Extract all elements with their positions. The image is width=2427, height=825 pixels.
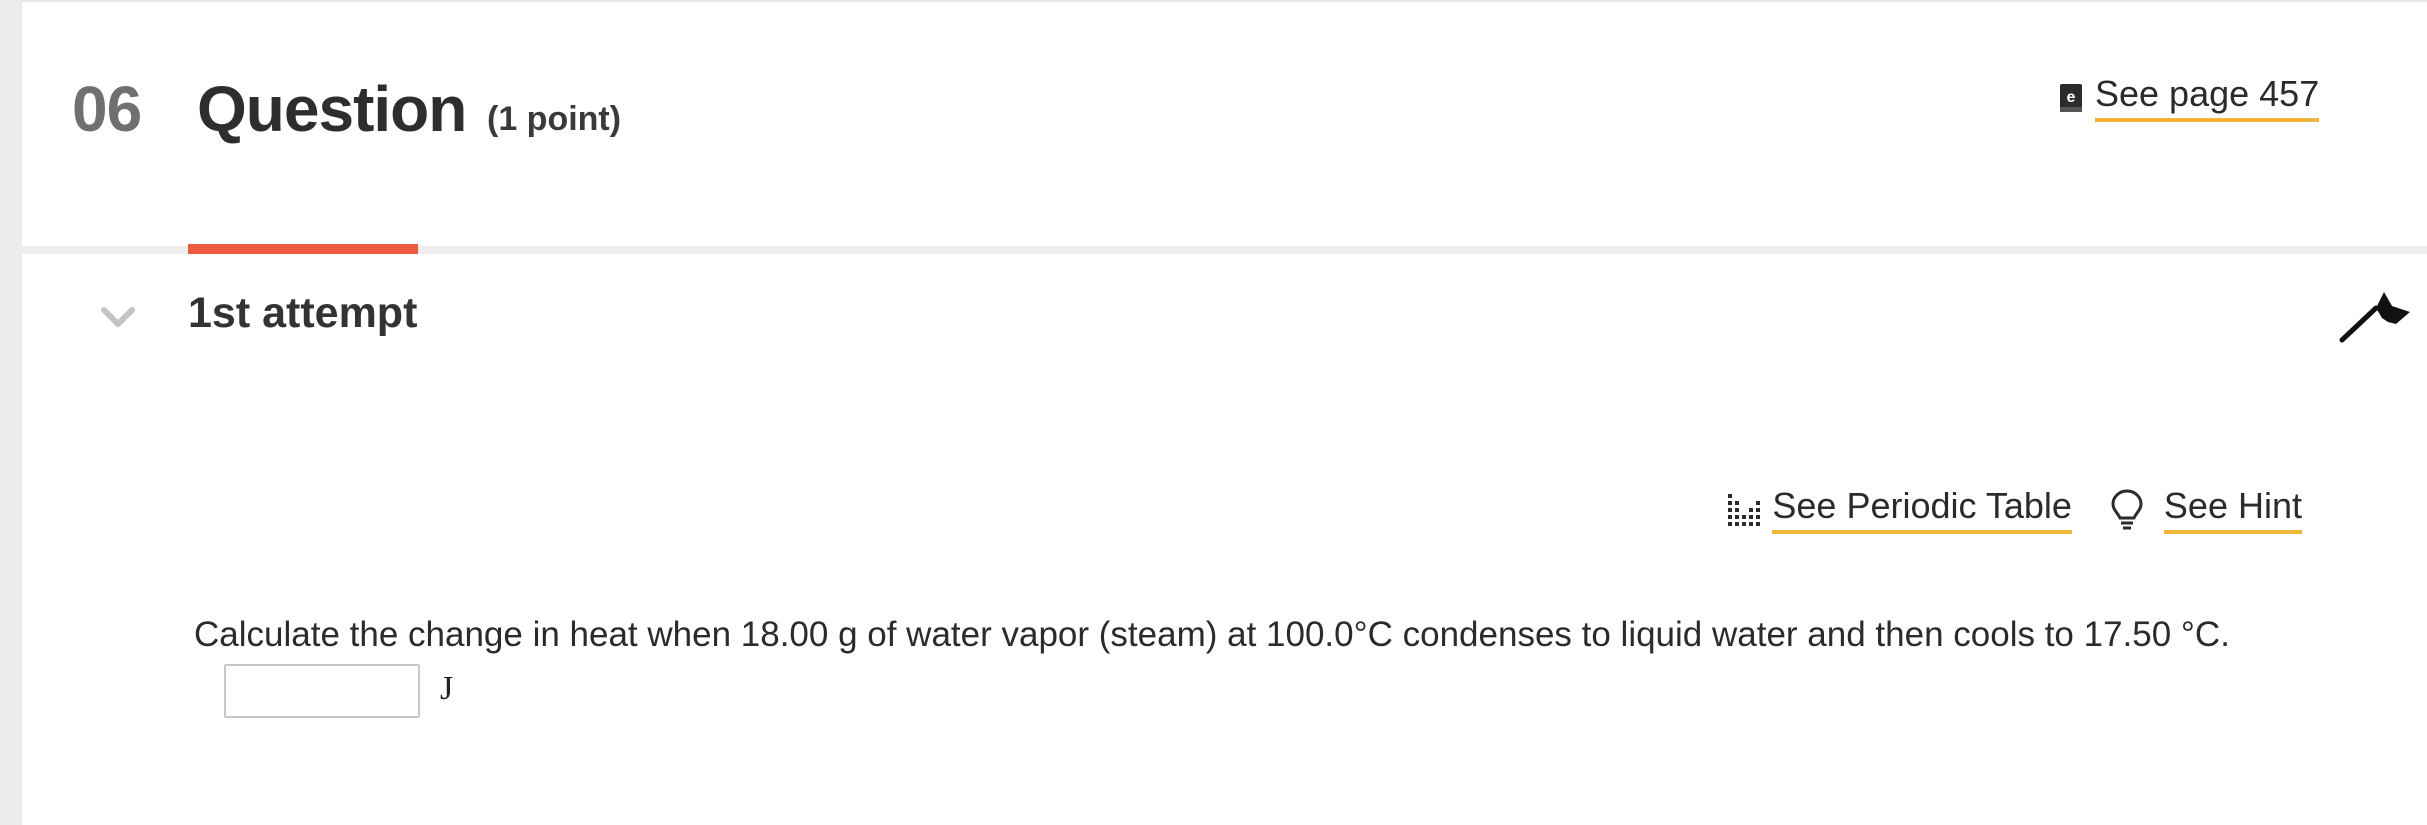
answer-input[interactable] <box>224 664 420 718</box>
question-prompt: Calculate the change in heat when 18.00 … <box>194 615 2230 654</box>
svg-text:e: e <box>2067 89 2076 106</box>
question-title: Question <box>197 73 467 145</box>
question-points: (1 point) <box>487 100 622 138</box>
see-hint-link[interactable]: See Hint <box>2110 486 2302 534</box>
flag-icon[interactable] <box>2338 290 2412 344</box>
attempt-title: 1st attempt <box>188 289 418 337</box>
see-page-label: See page 457 <box>2095 74 2320 122</box>
question-number: 06 <box>72 73 142 145</box>
attempt-tab-indicator <box>188 244 418 254</box>
see-periodic-table-label: See Periodic Table <box>1772 486 2072 534</box>
see-page-link[interactable]: e See page 457 <box>2059 74 2320 122</box>
ebook-icon: e <box>2060 84 2082 112</box>
question-tools: See Periodic Table See Hint <box>1726 486 2302 534</box>
see-periodic-table-link[interactable]: See Periodic Table <box>1726 486 2072 534</box>
see-hint-label: See Hint <box>2163 486 2302 534</box>
periodic-table-icon <box>1728 494 1761 526</box>
answer-unit: J <box>440 670 454 707</box>
left-gutter <box>0 0 22 825</box>
question-header: 06 Question (1 point) e See page 457 <box>22 0 2427 245</box>
lightbulb-icon <box>2111 489 2143 530</box>
chevron-down-icon[interactable] <box>98 300 138 334</box>
